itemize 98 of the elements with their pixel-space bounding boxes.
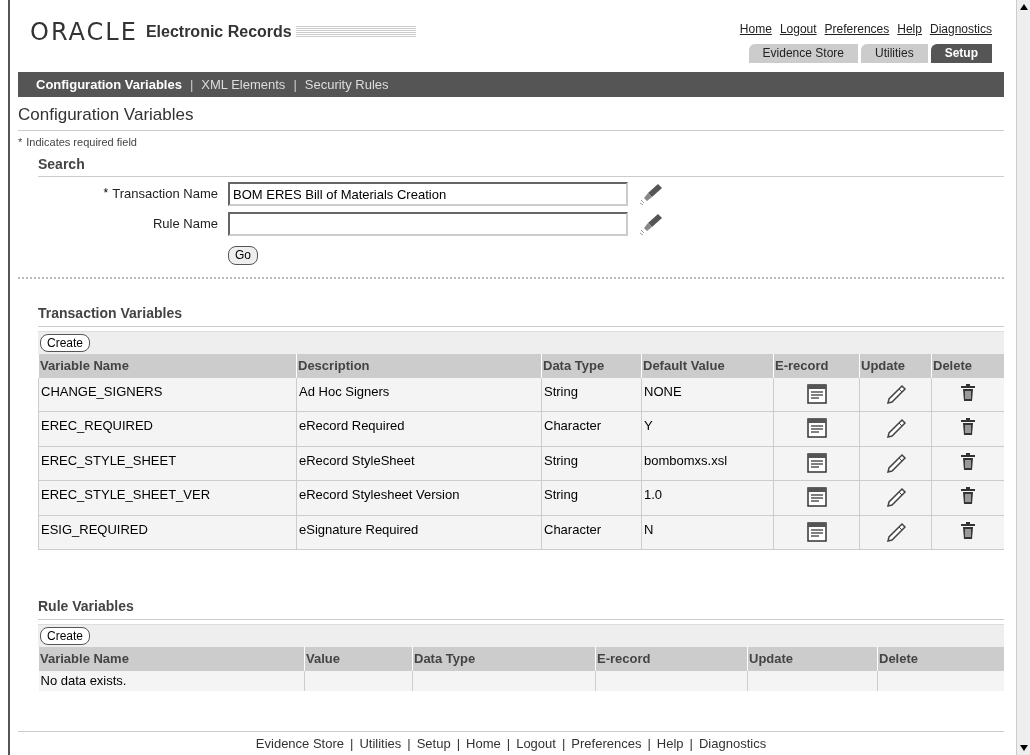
table-cell: EREC_REQUIRED [38, 411, 297, 446]
column-header: Variable Name [38, 353, 297, 378]
subtab[interactable]: XML Elements [201, 74, 286, 95]
record-icon[interactable] [806, 487, 827, 507]
column-header: E-record [773, 353, 860, 378]
column-header: Delete [877, 646, 1004, 671]
pencil-icon[interactable] [884, 383, 907, 406]
table-cell: NONE [641, 377, 774, 412]
separator: | [350, 735, 354, 751]
column-header: Data Type [412, 646, 596, 671]
field-label: Transaction Name [112, 185, 218, 204]
input-field[interactable] [228, 212, 628, 236]
footer-link[interactable]: Logout [516, 734, 556, 751]
section-title: Search [38, 154, 1004, 177]
table-cell: eSignature Required [296, 515, 542, 550]
global-link[interactable]: Help [897, 20, 922, 38]
pencil-icon[interactable] [884, 521, 907, 544]
section-title: Rule Variables [38, 596, 1004, 620]
footer-link[interactable]: Home [466, 734, 501, 751]
table-cell: 1.0 [641, 480, 774, 515]
pencil-icon[interactable] [884, 418, 907, 440]
column-header: Variable Name [38, 646, 305, 671]
trash-icon[interactable] [960, 521, 976, 540]
page-title: Configuration Variables [18, 102, 1004, 131]
empty-message: No data exists. [38, 670, 305, 691]
footer-link[interactable]: Utilities [359, 734, 402, 751]
column-header: Update [859, 353, 932, 378]
tab[interactable]: Evidence Store [748, 44, 858, 63]
footer-link[interactable]: Evidence Store [255, 734, 344, 751]
tab[interactable]: Setup [930, 44, 992, 63]
trash-icon[interactable] [960, 383, 976, 402]
footer-link[interactable]: Setup [416, 734, 451, 751]
column-header: Value [304, 646, 413, 671]
global-link[interactable]: Diagnostics [929, 20, 992, 38]
tab[interactable]: Utilities [861, 44, 928, 63]
pencil-icon[interactable] [884, 452, 907, 475]
scroll-down-icon[interactable] [1019, 745, 1028, 751]
field-label: Rule Name [152, 215, 218, 234]
flashlight-icon[interactable] [638, 211, 664, 237]
product-name: Electronic Records [145, 22, 292, 42]
separator: | [689, 735, 693, 751]
separator: | [293, 75, 297, 94]
pencil-icon[interactable] [884, 487, 907, 509]
table-cell: String [541, 480, 642, 515]
record-icon[interactable] [806, 521, 827, 542]
required-note: Indicates required field [26, 134, 137, 150]
trash-icon[interactable] [960, 418, 976, 436]
column-header: E-record [595, 646, 748, 671]
table-cell: Ad Hoc Signers [296, 377, 542, 412]
subtab[interactable]: Security Rules [304, 74, 389, 95]
table-cell: EREC_STYLE_SHEET_VER [38, 480, 297, 515]
table-cell: String [541, 446, 642, 481]
separator: | [189, 75, 194, 94]
table-cell: bombomxs.xsl [641, 446, 774, 481]
table-cell: Character [541, 515, 642, 550]
separator: | [561, 735, 566, 751]
create-button[interactable]: Create [40, 334, 91, 352]
column-header: Default Value [641, 353, 774, 378]
table-cell: eRecord StyleSheet [296, 446, 542, 481]
separator: | [506, 735, 511, 751]
global-link[interactable]: Logout [779, 20, 817, 38]
column-header: Update [747, 646, 878, 671]
footer-link[interactable]: Diagnostics [698, 734, 767, 751]
table-cell: String [541, 377, 642, 412]
flashlight-icon[interactable] [638, 181, 664, 207]
column-header: Delete [931, 353, 1004, 378]
record-icon[interactable] [806, 418, 827, 438]
trash-icon[interactable] [960, 487, 976, 505]
create-button[interactable]: Create [40, 627, 91, 645]
table-cell: Character [541, 411, 642, 446]
table-cell: Y [641, 411, 774, 446]
table-cell: ESIG_REQUIRED [38, 515, 297, 550]
scrollbar[interactable] [1016, 0, 1030, 755]
go-button[interactable]: Go [228, 246, 258, 265]
footer-link[interactable]: Help [656, 734, 684, 751]
separator: | [456, 735, 461, 751]
table-cell: eRecord Required [296, 411, 542, 446]
logo: ORACLE [30, 20, 138, 44]
separator: | [407, 735, 411, 751]
global-link[interactable]: Home [739, 20, 772, 38]
table-cell: CHANGE_SIGNERS [38, 377, 297, 412]
column-header: Data Type [541, 353, 642, 378]
scroll-up-icon[interactable] [1019, 4, 1028, 10]
table-cell: N [641, 515, 774, 550]
required-mark: * [103, 185, 109, 203]
subtab[interactable]: Configuration Variables [36, 74, 182, 95]
record-icon[interactable] [806, 452, 827, 473]
column-header: Description [296, 353, 542, 378]
section-title: Transaction Variables [38, 303, 1004, 327]
record-icon[interactable] [806, 383, 827, 404]
footer-link[interactable]: Preferences [571, 734, 642, 751]
trash-icon[interactable] [960, 452, 976, 471]
input-field[interactable]: BOM ERES Bill of Materials Creation [228, 182, 628, 206]
table-cell: eRecord Stylesheet Version [296, 480, 542, 515]
separator: | [647, 735, 651, 751]
global-link[interactable]: Preferences [824, 20, 890, 38]
table-cell: EREC_STYLE_SHEET [38, 446, 297, 481]
required-mark: * [18, 134, 23, 150]
